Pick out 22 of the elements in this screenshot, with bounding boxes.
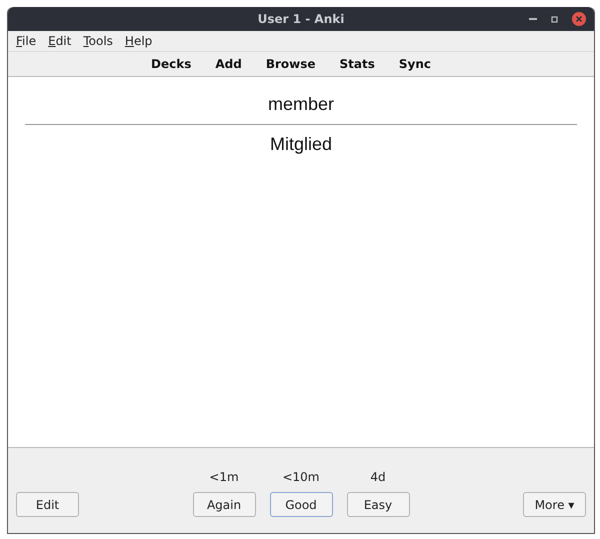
close-icon[interactable] [572,12,586,26]
answer-button[interactable]: Again [192,492,256,517]
menu-item[interactable]: Edit [48,34,72,48]
menu-item[interactable]: Tools [83,34,113,48]
toolbar-link[interactable]: Decks [151,57,192,71]
menu-item[interactable]: File [16,34,36,48]
answer-button[interactable]: Good [270,492,332,517]
interval-label: <10m [282,470,320,484]
more-button[interactable]: More ▾ [523,492,586,517]
card-front: member [268,94,334,115]
edit-button[interactable]: Edit [16,492,79,517]
window-title: User 1 - Anki [258,12,344,26]
answer-button[interactable]: Easy [346,492,410,517]
restore-icon[interactable] [551,16,558,22]
interval-label: <1m [209,470,239,484]
toolbar-link[interactable]: Browse [266,57,316,71]
menu-item[interactable]: Help [124,34,152,48]
toolbar-link[interactable]: Sync [398,57,431,71]
interval-label: 4d [370,470,386,484]
toolbar-link[interactable]: Add [215,57,242,71]
toolbar-link[interactable]: Stats [340,57,375,71]
card-back: Mitglied [270,134,332,155]
